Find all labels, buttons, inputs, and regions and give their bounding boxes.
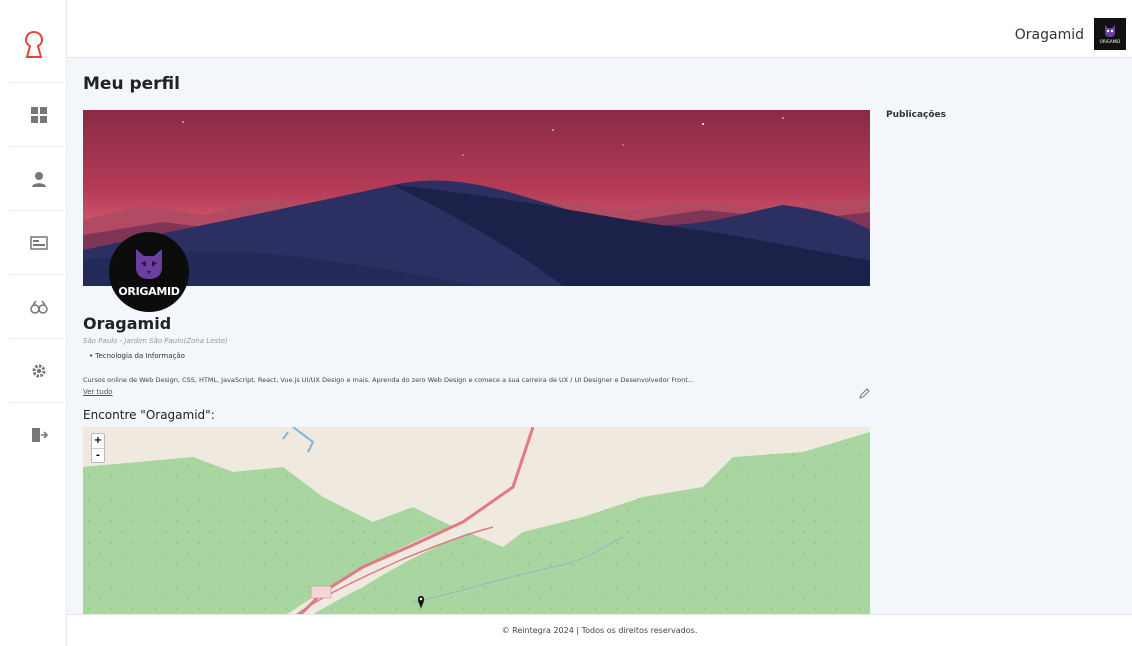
profile-avatar[interactable]: ORIGAMID [109, 232, 189, 312]
map-zoom-controls: + - [91, 433, 105, 463]
sidebar-item-card[interactable] [10, 210, 67, 274]
location-map[interactable]: + - [83, 427, 870, 614]
sidebar-item-search[interactable] [10, 274, 67, 338]
app-logo-icon[interactable] [22, 30, 46, 60]
sidebar-item-settings[interactable] [10, 338, 67, 402]
profile-description: Cursos online de Web Design, CSS, HTML, … [83, 376, 694, 384]
profile-tag-label: Tecnologia da Informação [95, 352, 185, 360]
sidebar-item-dashboard[interactable] [10, 82, 67, 146]
user-icon [31, 171, 46, 187]
header-avatar[interactable]: ORIGAMID [1094, 18, 1126, 50]
see-all-link[interactable]: Ver tudo [83, 388, 113, 396]
gear-icon [32, 364, 45, 377]
header-user-name[interactable]: Oragamid [1015, 27, 1084, 43]
top-header: Oragamid ORIGAMID [67, 0, 1132, 58]
header-avatar-label: ORIGAMID [1099, 39, 1121, 44]
main-content: Meu perfil ORIGAMID Oragamid São Paulo -… [67, 58, 1132, 614]
profile-banner [83, 110, 870, 286]
map-tiles [83, 427, 870, 614]
zoom-out-button[interactable]: - [92, 448, 104, 462]
zoom-in-button[interactable]: + [92, 434, 104, 448]
dashboard-icon [30, 106, 47, 123]
pencil-icon[interactable] [858, 385, 870, 399]
owl-logo-icon [1105, 25, 1115, 37]
profile-avatar-label: ORIGAMID [118, 284, 180, 298]
card-icon [29, 235, 48, 250]
sidebar-item-profile[interactable] [10, 146, 67, 210]
profile-name: Oragamid [83, 314, 172, 333]
profile-tag: • Tecnologia da Informação [89, 352, 185, 360]
page-title: Meu perfil [83, 74, 180, 94]
footer-text: © Reintegra 2024 | Todos os direitos res… [501, 626, 698, 635]
sidebar [0, 0, 67, 646]
logout-icon [31, 427, 48, 442]
owl-logo-icon [136, 248, 162, 279]
footer: © Reintegra 2024 | Todos os direitos res… [67, 614, 1132, 646]
desert-banner-image [83, 110, 870, 286]
find-title: Encontre "Oragamid": [83, 408, 215, 422]
profile-location: São Paulo - Jardim São Paulo(Zona Leste) [83, 337, 228, 345]
binoculars-icon [29, 300, 48, 314]
publications-title: Publicações [886, 110, 947, 120]
sidebar-item-logout[interactable] [10, 402, 67, 466]
